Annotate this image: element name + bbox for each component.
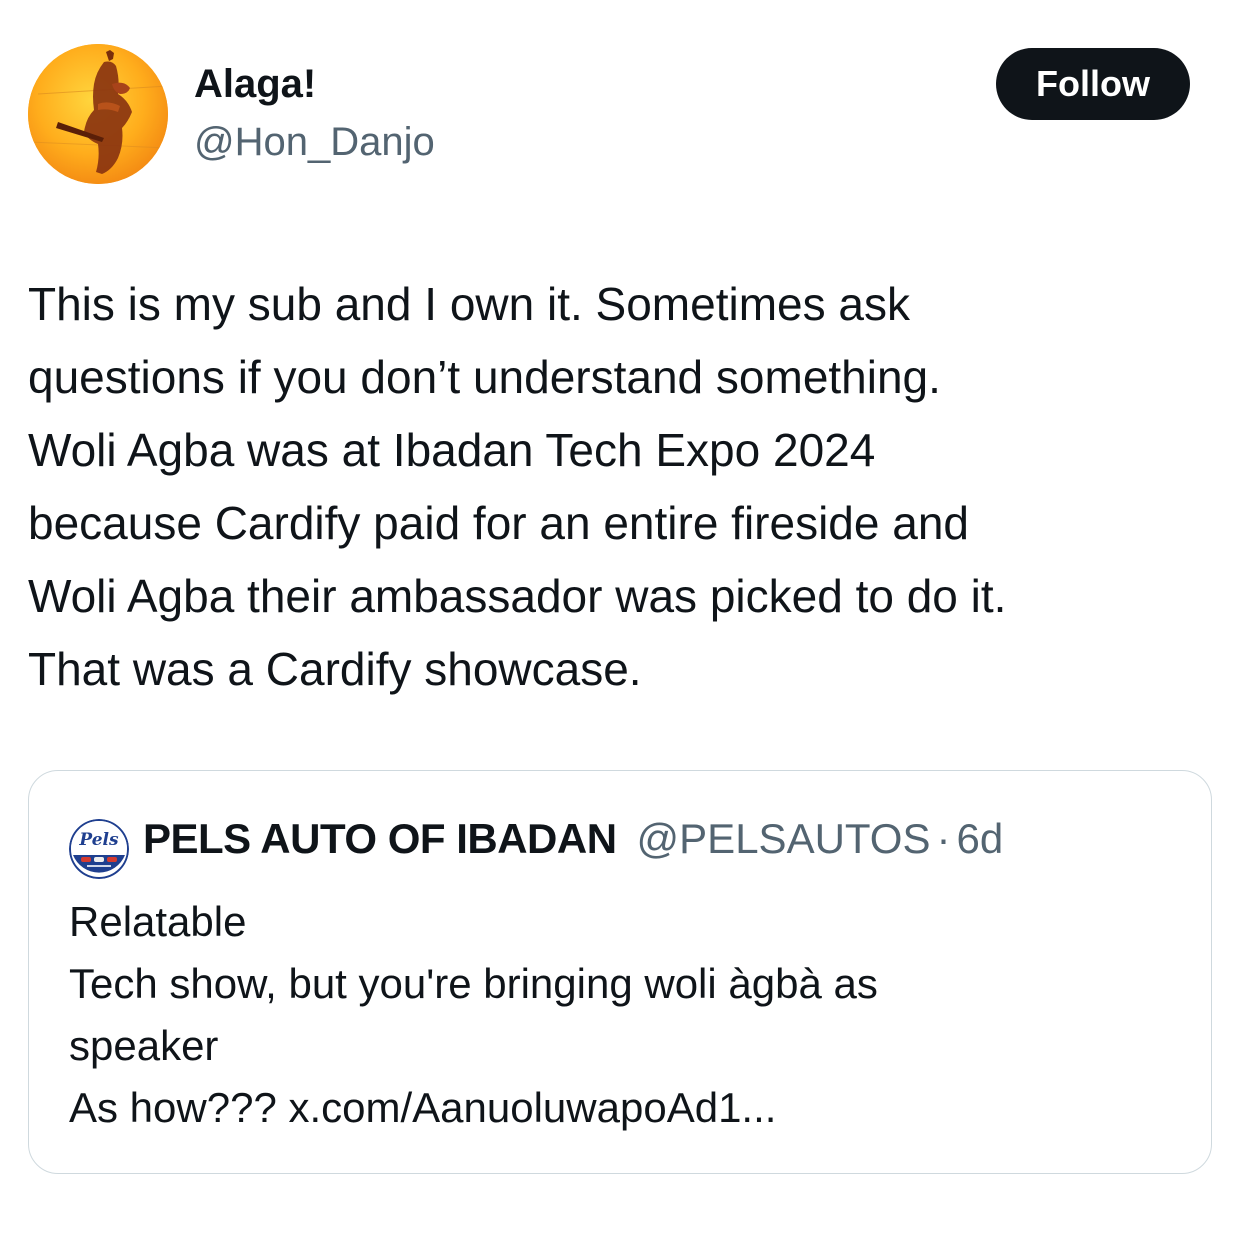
tweet-text-line: This is my sub and I own it. Sometimes a… [28, 278, 910, 330]
separator-dot: · [936, 815, 951, 862]
quoted-author-display-name[interactable]: PELS AUTO OF IBADAN [143, 815, 617, 863]
quoted-author-handle[interactable]: @PELSAUTOS [637, 815, 931, 863]
quoted-tweet-header: PELS AUTO OF IBADAN @PELSAUTOS · 6d [143, 815, 1003, 863]
quoted-tweet-text: Relatable Tech show, but you're bringing… [69, 891, 1189, 1139]
pels-logo-icon: Pels [69, 819, 129, 879]
tweet-text-line: Woli Agba their ambassador was picked to… [28, 570, 1007, 622]
tweet-text-line: Woli Agba was at Ibadan Tech Expo 2024 [28, 424, 876, 476]
profile-photo-figure-icon [28, 44, 168, 184]
quoted-tweet-timestamp[interactable]: 6d [957, 815, 1004, 863]
quoted-author-avatar[interactable]: Pels [69, 819, 129, 879]
quoted-text-line: Tech show, but you're bringing woli àgbà… [69, 960, 878, 1007]
tweet-text-line: That was a Cardify showcase. [28, 643, 642, 695]
author-handle[interactable]: @Hon_Danjo [194, 120, 435, 165]
tweet-text-line: because Cardify paid for an entire fires… [28, 497, 970, 549]
follow-button[interactable]: Follow [996, 48, 1190, 120]
author-avatar[interactable] [28, 44, 168, 184]
quoted-text-line: As how??? x.com/AanuoluwapoAd1... [69, 1084, 777, 1131]
tweet-text-line: questions if you don’t understand someth… [28, 351, 941, 403]
quoted-text-line: Relatable [69, 898, 247, 945]
tweet-text: This is my sub and I own it. Sometimes a… [28, 268, 1218, 706]
svg-text:Pels: Pels [78, 830, 119, 850]
quoted-text-line: speaker [69, 1022, 219, 1069]
tweet: Alaga! @Hon_Danjo Follow This is my sub … [0, 0, 1242, 1240]
author-display-name[interactable]: Alaga! [194, 62, 316, 107]
quoted-tweet-card[interactable]: Pels PELS AUTO OF IBADAN @PELSAUTOS · 6d… [28, 770, 1212, 1174]
